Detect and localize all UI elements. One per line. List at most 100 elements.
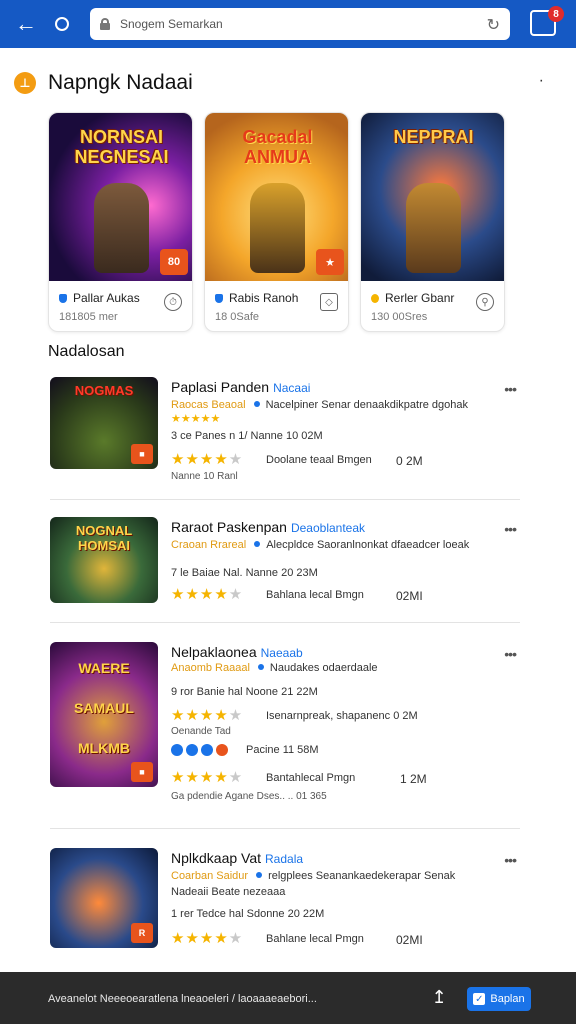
item-info: Pacine 11 58M	[246, 744, 319, 756]
share-icon[interactable]: ↥	[428, 986, 450, 1008]
rating-stars: ★★★★★	[171, 451, 244, 468]
item-publisher: Anaomb Raaaal	[171, 662, 250, 674]
list-item[interactable]: WAERE SAMAUL MLKMB ■ Nelpaklaonea Naeaab …	[50, 642, 520, 807]
item-title[interactable]: Raraot Paskenpan Deaoblanteak	[171, 519, 365, 535]
item-tag[interactable]: Radala	[265, 852, 303, 866]
item-title[interactable]: Paplasi Panden Nacaai	[171, 379, 310, 395]
item-subtitle: Coarban Saidur relgplees Seanankaedekerap…	[171, 870, 455, 882]
featured-card[interactable]: NEPPRAI Rerler Gbanr 130 00Sres ⚲	[360, 112, 505, 332]
featured-art-title: NEPPRAI	[393, 127, 474, 147]
feature-icons	[171, 744, 228, 756]
search-icon[interactable]: ⚲	[476, 293, 494, 311]
list-section-title: Nadalosan	[48, 343, 125, 360]
featured-card[interactable]: Gacadal ANMUA ★ Rabis Ranoh 18 0Safe ◇	[204, 112, 349, 332]
list-item[interactable]: R Nplkdkaap Vat Radala ••• Coarban Saidur…	[50, 848, 520, 950]
section-title: Napngk Nadaai	[48, 71, 193, 94]
check-icon: ✓	[473, 993, 486, 1005]
verified-dot-icon	[254, 541, 261, 547]
featured-name-text: Rerler Gbanr	[385, 291, 455, 305]
banner-action-label: Baplan	[490, 993, 525, 1005]
item-subtitle: Craoan Rrareal Alecpldce Saoranlnonkat df…	[171, 539, 469, 551]
rating-label: Bahlana lecal Bmgn	[266, 589, 364, 601]
item-title[interactable]: Nelpaklaonea Naeaab	[171, 644, 303, 660]
featured-art-title: Gacadal ANMUA	[242, 127, 313, 167]
feature-icon	[186, 744, 198, 756]
item-description: Alecpldce Saoranlnonkat dfaeadcer loeak	[266, 539, 470, 551]
feature-icon	[216, 744, 228, 756]
reload-icon[interactable]: ↻	[487, 15, 500, 35]
more-options-icon[interactable]: •••	[504, 381, 517, 397]
featured-name: Rerler Gbanr	[371, 291, 454, 305]
banner-action-button[interactable]: ✓ Baplan	[467, 987, 531, 1011]
rating-stars: ★★★★★	[171, 707, 244, 724]
item-subtitle: Raocas Beaoal Nacelpiner Senar denaakdikp…	[171, 399, 468, 411]
more-options-icon[interactable]: •••	[504, 646, 517, 662]
tabs-count-badge: 8	[548, 6, 564, 22]
item-title[interactable]: Nplkdkaap Vat Radala	[171, 850, 303, 866]
thumb-badge-icon: ■	[131, 444, 153, 464]
thumb-badge-icon: ■	[131, 762, 153, 782]
section-header: ⊥ Napngk Nadaai ·	[14, 68, 562, 98]
item-thumbnail: NOGMAS ■	[50, 377, 158, 469]
rating-label: Doolane teaal Bmgen	[266, 454, 372, 466]
back-arrow-icon[interactable]: ←	[12, 10, 40, 38]
featured-name-text: Rabis Ranoh	[229, 291, 299, 305]
item-thumbnail: R	[50, 848, 158, 948]
item-thumbnail: NOGNAL HOMSAI	[50, 517, 158, 603]
item-publisher: Craoan Rrareal	[171, 539, 247, 551]
banner-text: Aveanelot Neeeoearatlena lneaoeleri / la…	[48, 993, 317, 1005]
address-bar[interactable]: Snogem Semarkan ↻	[90, 8, 510, 40]
small-stars: ★★★★★	[171, 413, 221, 425]
verified-dot-icon	[253, 401, 260, 407]
shield-icon	[215, 293, 223, 303]
section-logo-icon: ⊥	[14, 72, 36, 94]
featured-card[interactable]: NORNSAI NEGNESAI 80 Pallar Aukas 181805 …	[48, 112, 193, 332]
item-tag[interactable]: Nacaai	[273, 381, 310, 395]
hero-figure	[250, 183, 305, 273]
item-publisher: Raocas Beaoal	[171, 399, 246, 411]
item-tag[interactable]: Deaoblanteak	[291, 521, 365, 535]
item-thumbnail: WAERE SAMAUL MLKMB ■	[50, 642, 158, 787]
thumb-title: WAERE SAMAUL MLKMB	[74, 660, 134, 756]
item-details: 3 ce Panes n 1/ Nanne 10 02M	[171, 430, 323, 442]
item-title-text: Nelpaklaonea	[171, 644, 257, 660]
featured-art: Gacadal ANMUA ★	[205, 113, 348, 281]
item-description: Nacelpiner Senar denaakdikpatre dgohak	[265, 399, 469, 411]
list-item[interactable]: NOGNAL HOMSAI Raraot Paskenpan Deaoblante…	[50, 517, 520, 609]
tag-icon[interactable]: ◇	[320, 293, 338, 311]
thumb-title: NOGMAS	[74, 383, 134, 398]
rating-label: Bahlane lecal Pmgn	[266, 933, 364, 945]
rating-stars: ★★★★★	[171, 930, 244, 947]
item-size: 1 2M	[400, 772, 427, 786]
rating-label: Bantahlecal Pmgn	[266, 772, 356, 784]
section-menu-dot-icon[interactable]: ·	[539, 72, 544, 90]
verified-dot-icon	[257, 664, 264, 670]
rating-label: Isenarnpreak, shapanenc 0 2M	[266, 710, 418, 722]
item-subnote: Oenande Tad	[171, 726, 231, 737]
feature-icon	[171, 744, 183, 756]
lock-icon	[100, 18, 110, 30]
featured-name-text: Pallar Aukas	[73, 291, 140, 305]
item-description: relgplees Seanankaedekerapar Senak	[268, 870, 456, 882]
featured-art-title: NORNSAI NEGNESAI	[74, 127, 169, 167]
item-subtitle: Anaomb Raaaal Naudakes odaerdaale	[171, 662, 378, 674]
hero-figure	[406, 183, 461, 273]
home-circle-icon[interactable]	[48, 10, 76, 38]
item-description-2: Nadeaii Beate nezeaaa	[171, 886, 286, 898]
item-title-text: Raraot Paskenpan	[171, 519, 287, 535]
timer-icon[interactable]: ⏱	[164, 293, 182, 311]
more-options-icon[interactable]: •••	[504, 521, 517, 537]
bottom-banner: Aveanelot Neeeoearatlena lneaoeleri / la…	[0, 972, 576, 1024]
item-size: 0 2M	[396, 454, 423, 468]
verified-dot-icon	[256, 872, 263, 878]
item-title-text: Nplkdkaap Vat	[171, 850, 262, 866]
featured-badge: 80	[160, 249, 188, 275]
featured-name: Pallar Aukas	[59, 291, 140, 305]
browser-toolbar: ← Snogem Semarkan ↻ 8	[0, 0, 576, 48]
featured-name: Rabis Ranoh	[215, 291, 298, 305]
more-options-icon[interactable]: •••	[504, 852, 517, 868]
list-item[interactable]: NOGMAS ■ Paplasi Panden Nacaai ••• Raocas…	[50, 377, 520, 487]
item-tag[interactable]: Naeaab	[261, 646, 303, 660]
item-footer: Nanne 10 Ranl	[171, 471, 238, 482]
shield-icon	[59, 293, 67, 303]
